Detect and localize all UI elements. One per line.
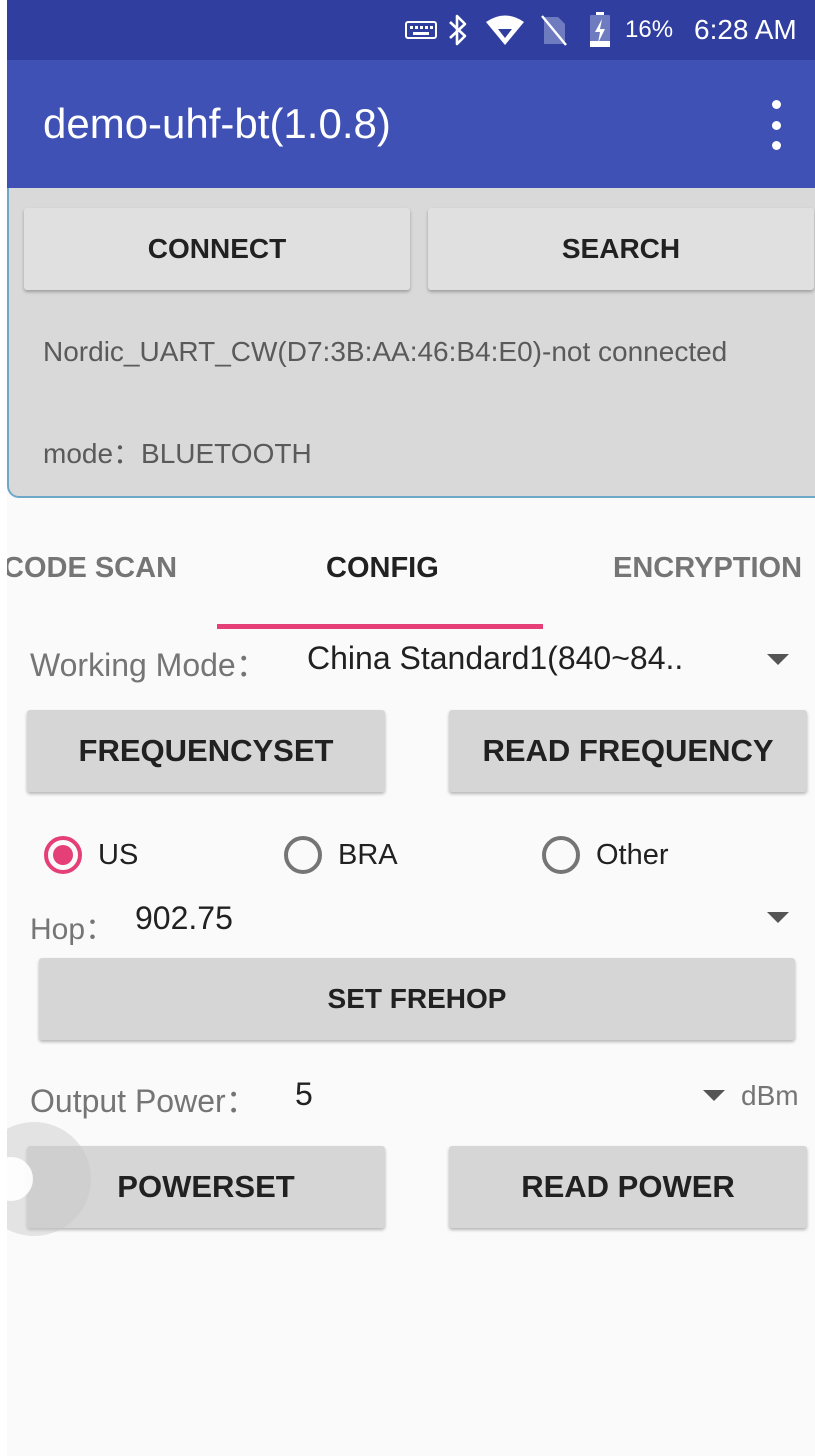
radio-checked-icon [44,836,82,874]
hop-value: 902.75 [135,900,233,936]
app-bar: demo-uhf-bt(1.0.8) [7,60,815,188]
connection-mode: mode：BLUETOOTH [43,438,312,469]
power-unit: dBm [741,1080,799,1111]
radio-unchecked-icon [284,836,322,874]
screen-edge [0,0,7,1456]
connect-button[interactable]: CONNECT [24,208,410,290]
working-mode-label: Working Mode： [30,647,268,683]
hop-label: Hop： [30,913,116,946]
app-screen: 16% 6:28 AM demo-uhf-bt(1.0.8) CONNECT S… [7,0,815,1456]
bluetooth-icon [447,0,469,60]
dropdown-arrow-icon [767,912,789,923]
clock: 6:28 AM [694,14,797,45]
radio-us[interactable]: US [44,836,138,874]
read-frequency-button[interactable]: READ FREQUENCY [449,710,807,792]
tab-config[interactable]: CONFIG [326,540,439,596]
read-power-button[interactable]: READ POWER [449,1146,807,1228]
wifi-icon [485,0,525,60]
no-sim-icon [540,0,568,60]
more-vert-icon[interactable] [761,100,791,150]
set-frehop-button[interactable]: SET FREHOP [39,958,795,1040]
output-power-select[interactable]: 5 [285,1066,735,1126]
battery-percent: 16% [625,16,674,43]
radio-bra[interactable]: BRA [284,836,398,874]
battery-charging-icon [589,0,611,60]
radio-unchecked-icon [542,836,580,874]
app-title: demo-uhf-bt(1.0.8) [43,100,391,147]
output-power-label: Output Power： [30,1083,258,1119]
radio-other-label: Other [596,838,669,871]
tab-encryption[interactable]: ENCRYPTION [613,540,802,596]
working-mode-value: China Standard1(840~84.. [307,640,684,676]
connection-panel: CONNECT SEARCH Nordic_UART_CW(D7:3B:AA:4… [7,188,815,498]
search-button[interactable]: SEARCH [428,208,814,290]
radio-other[interactable]: Other [542,836,669,874]
hop-select[interactable]: 902.75 [125,892,807,948]
keyboard-icon [405,0,437,60]
working-mode-select[interactable]: China Standard1(840~84.. [297,630,807,690]
assistant-dot-icon [7,1157,33,1201]
device-status: Nordic_UART_CW(D7:3B:AA:46:B4:E0)-not co… [43,336,728,367]
status-bar: 16% 6:28 AM [7,0,815,60]
dropdown-arrow-icon [703,1090,725,1101]
tab-code-scan[interactable]: CODE SCAN [7,540,177,596]
tab-indicator [217,624,543,629]
frequencyset-button[interactable]: FREQUENCYSET [27,710,385,792]
output-power-value: 5 [295,1076,313,1112]
dropdown-arrow-icon [767,654,789,665]
radio-bra-label: BRA [338,838,398,871]
radio-us-label: US [98,838,139,871]
